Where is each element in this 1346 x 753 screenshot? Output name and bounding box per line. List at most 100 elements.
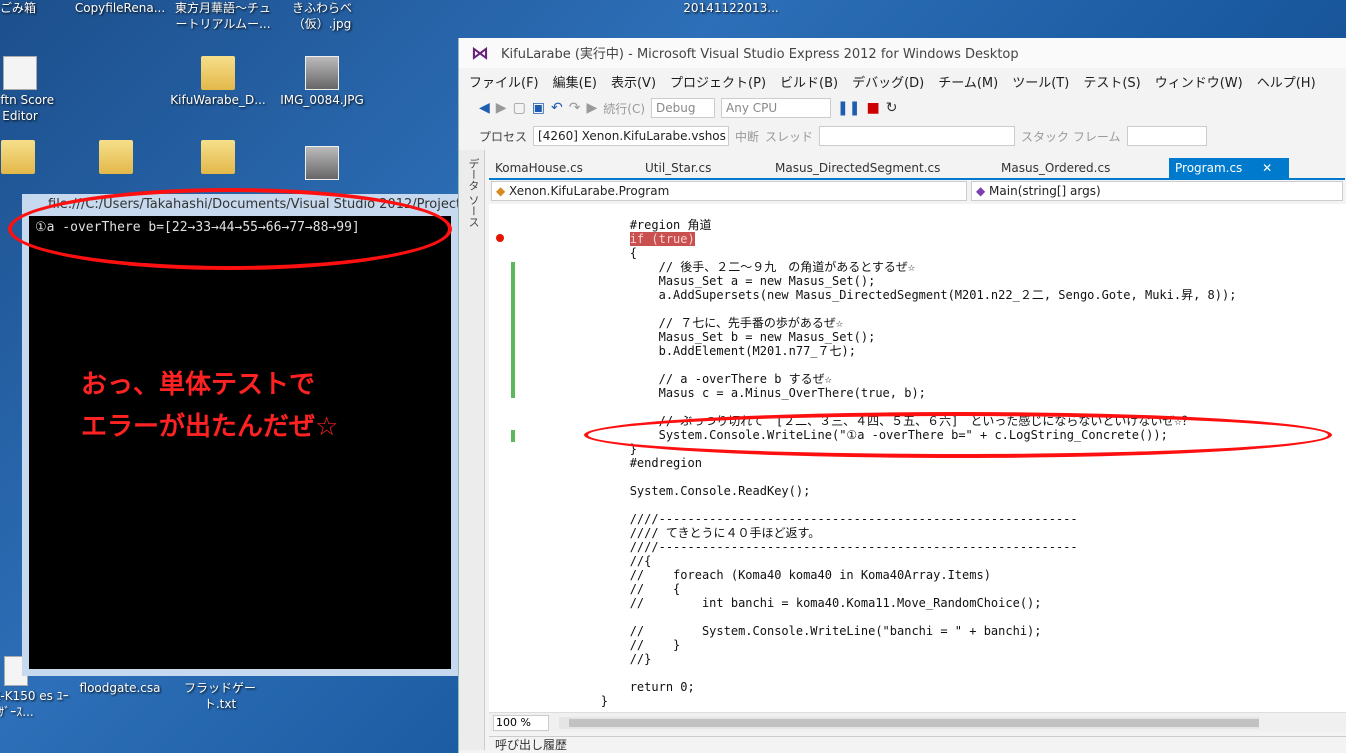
menu-team[interactable]: チーム(M) xyxy=(938,72,1008,91)
desktop-icon-recycle-bin[interactable]: ごみ箱 xyxy=(0,0,66,16)
desktop-icon-kifuwarabe-jpg[interactable]: きふわらべ（仮）.jpg xyxy=(268,0,376,32)
code-line: // a -overThere b するぜ☆ xyxy=(543,372,832,386)
forward-icon[interactable]: ▶ xyxy=(496,100,507,116)
menu-test[interactable]: テスト(S) xyxy=(1083,72,1150,91)
desktop-icon-20141122[interactable]: 20141122013... xyxy=(676,0,786,16)
desktop-icon-floodgate-txt[interactable]: フラッドゲート.txt xyxy=(172,680,268,712)
desktop-icon-copyfile[interactable]: CopyfileRena... xyxy=(72,0,168,16)
thread-combo[interactable] xyxy=(819,126,1016,146)
menu-view[interactable]: 表示(V) xyxy=(611,72,666,91)
folder-icon xyxy=(1,140,35,174)
tab-program-label: Program.cs xyxy=(1175,161,1243,175)
navigation-bar: ◆ Xenon.KifuLarabe.Program ◆ Main(string… xyxy=(491,181,1345,203)
code-line: // 後手、２二～９九 の角道があるとするぜ☆ xyxy=(543,260,916,274)
code-line: ////------------------------------------… xyxy=(543,512,1078,526)
code-editor[interactable]: #region 角道 if (true) { // 後手、２二～９九 の角道があ… xyxy=(489,204,1346,712)
menu-project[interactable]: プロジェクト(P) xyxy=(670,72,776,91)
tab-masus-ordered[interactable]: Masus_Ordered.cs xyxy=(995,158,1169,178)
member-combo[interactable]: ◆ Main(string[] args) xyxy=(971,181,1343,201)
desktop-icon-score-editor[interactable]: io ftn Score Editor xyxy=(0,56,68,124)
redo-icon[interactable]: ↷ xyxy=(569,100,581,116)
zoom-combo[interactable]: 100 % xyxy=(493,715,549,731)
icon-label: 東方月華語～チュートリアルムー... xyxy=(174,1,271,31)
horizontal-scrollbar[interactable] xyxy=(559,717,1259,729)
menu-tools[interactable]: ツール(T) xyxy=(1012,72,1079,91)
icon-label: CopyfileRena... xyxy=(74,1,166,15)
data-sources-label: データ ソース xyxy=(467,158,480,228)
change-marker xyxy=(511,430,515,442)
folder-icon xyxy=(201,140,235,174)
back-icon[interactable]: ◀ xyxy=(479,100,490,116)
save-icon[interactable]: ▣ xyxy=(532,100,545,116)
desktop-shortcut-partial-b[interactable] xyxy=(68,140,164,176)
stop-icon[interactable]: ■ xyxy=(867,100,880,116)
breakpoint-icon[interactable] xyxy=(496,234,504,242)
class-icon: ◆ xyxy=(496,184,510,198)
icon-label: io ftn Score Editor xyxy=(0,93,55,123)
editor-gutter xyxy=(489,204,533,712)
desktop-icon-touhou[interactable]: 東方月華語～チュートリアルムー... xyxy=(170,0,276,32)
annotation-ellipse-code xyxy=(584,412,1332,458)
icon-label: KifuWarabe_D... xyxy=(170,93,266,107)
class-combo[interactable]: ◆ Xenon.KifuLarabe.Program xyxy=(491,181,967,201)
undo-icon[interactable]: ↶ xyxy=(551,100,563,116)
desktop-photo-partial-d[interactable] xyxy=(274,146,370,182)
menu-help[interactable]: ヘルプ(H) xyxy=(1257,72,1326,91)
code-line: Masus c = a.Minus_OverThere(true, b); xyxy=(543,386,926,400)
code-line: // System.Console.WriteLine("banchi = " … xyxy=(543,624,1042,638)
code-line: System.Console.ReadKey(); xyxy=(543,484,811,498)
desktop-icon-img-0084[interactable]: IMG_0084.JPG xyxy=(274,56,370,108)
desktop-folder-partial-c[interactable] xyxy=(170,140,266,176)
standard-toolbar: ◀ ▶ ▢ ▣ ↶ ↷ ▶ 続行(C) Debug Any CPU ❚❚ ■ ↻ xyxy=(459,94,1346,122)
icon-label: フラッドゲート.txt xyxy=(183,681,256,711)
call-stack-panel[interactable]: 呼び出し履歴 xyxy=(489,736,1346,753)
vs-title: KifuLarabe (実行中) - Microsoft Visual Stud… xyxy=(501,47,1019,62)
visual-studio-window[interactable]: ⋈ KifuLarabe (実行中) - Microsoft Visual St… xyxy=(458,38,1346,753)
data-sources-panel-tab[interactable]: データ ソース xyxy=(459,150,485,750)
annotation-text: おっ、単体テストで エラーが出たんだぜ☆ xyxy=(81,364,461,448)
restart-icon[interactable]: ↻ xyxy=(886,100,898,116)
current-statement-highlight: if (true) xyxy=(629,232,695,246)
music-file-icon xyxy=(3,56,37,90)
folder-shortcut-icon xyxy=(99,140,133,174)
code-line: #endregion xyxy=(543,456,702,470)
process-label: プロセス xyxy=(479,129,528,144)
code-line: //// てきとうに４０手ほど返す。 xyxy=(543,526,821,540)
desktop-folder-partial-a[interactable] xyxy=(0,140,66,176)
suspend-button[interactable]: 中断 xyxy=(735,128,759,145)
code-line: return 0; xyxy=(543,680,695,694)
annotation-line-2: エラーが出たんだぜ☆ xyxy=(81,412,339,442)
desktop-icon-floodgate-csa[interactable]: floodgate.csa xyxy=(72,680,168,696)
tab-program[interactable]: Program.cs ✕ xyxy=(1169,158,1289,178)
code-line: // ７七に、先手番の歩があるぜ☆ xyxy=(543,316,844,330)
icon-label: IMG_0084.JPG xyxy=(280,93,364,107)
process-combo[interactable]: [4260] Xenon.KifuLarabe.vshos xyxy=(533,126,730,146)
tab-util-star[interactable]: Util_Star.cs xyxy=(639,158,769,178)
code-line: } xyxy=(543,694,609,708)
menu-edit[interactable]: 編集(E) xyxy=(553,72,607,91)
platform-combo[interactable]: Any CPU xyxy=(721,98,832,118)
tab-komahouse[interactable]: KomaHouse.cs xyxy=(489,158,639,178)
stackframe-label: スタック フレーム xyxy=(1021,129,1121,144)
close-icon[interactable]: ✕ xyxy=(1262,161,1272,175)
menu-debug[interactable]: デバッグ(D) xyxy=(852,72,934,91)
desktop-icon-kifuwarabe-folder[interactable]: KifuWarabe_D... xyxy=(170,56,266,108)
new-file-icon[interactable]: ▢ xyxy=(513,100,526,116)
config-combo[interactable]: Debug xyxy=(651,98,716,118)
thread-label: スレッド xyxy=(765,129,814,144)
menu-build[interactable]: ビルド(B) xyxy=(780,72,848,91)
tab-masus-directedsegment[interactable]: Masus_DirectedSegment.cs xyxy=(769,158,995,178)
scrollbar-thumb[interactable] xyxy=(569,719,1259,727)
stackframe-combo[interactable] xyxy=(1126,126,1207,146)
class-combo-value: Xenon.KifuLarabe.Program xyxy=(509,184,670,198)
menu-window[interactable]: ウィンドウ(W) xyxy=(1155,72,1253,91)
annotation-line-1: おっ、単体テストで xyxy=(81,370,316,400)
method-icon: ◆ xyxy=(976,184,990,198)
pause-icon[interactable]: ❚❚ xyxy=(837,100,860,116)
menu-file[interactable]: ファイル(F) xyxy=(469,72,549,91)
continue-button[interactable]: 続行(C) xyxy=(603,100,645,117)
